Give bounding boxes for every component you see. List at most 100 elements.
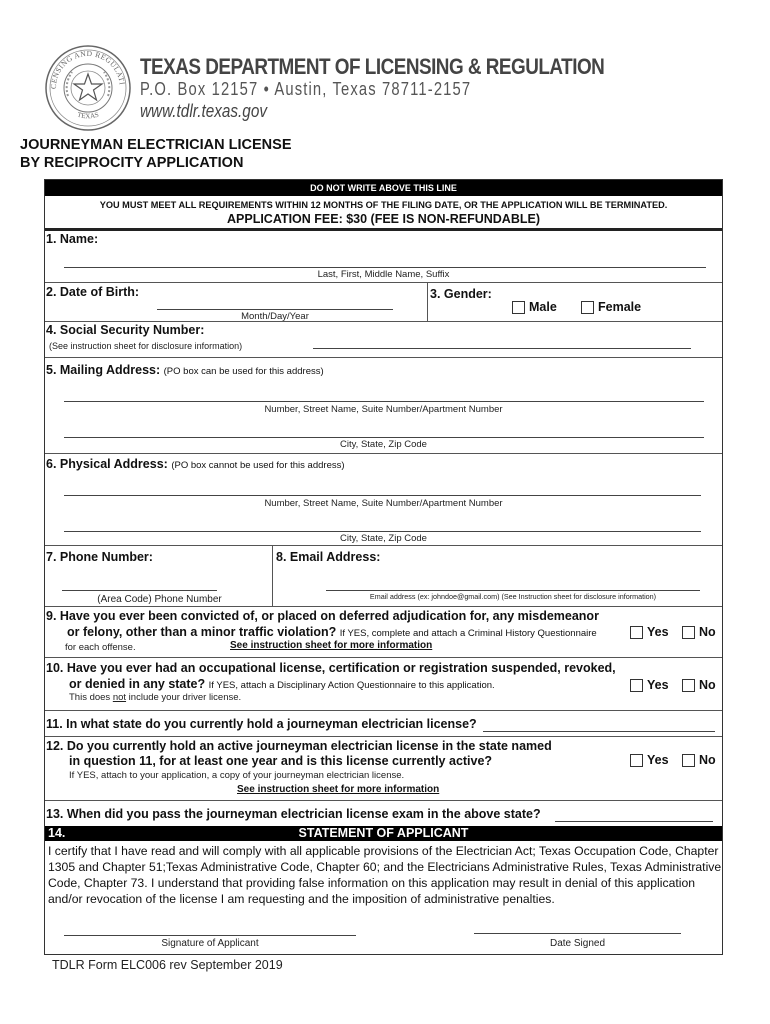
mailing-address-note: (PO box can be used for this address)	[163, 366, 324, 377]
gender-female-label: Female	[598, 300, 642, 314]
date-signed-input[interactable]	[474, 933, 681, 934]
agency-address: P.O. Box 12157 • Austin, Texas 78711-215…	[140, 79, 472, 99]
ssn-label: 4. Social Security Number:	[46, 323, 205, 337]
mailing-street-caption: Number, Street Name, Suite Number/Apartm…	[264, 404, 503, 415]
do-not-write-banner: DO NOT WRITE ABOVE THIS LINE	[45, 180, 722, 196]
phone-label: 7. Phone Number:	[46, 550, 153, 564]
checkbox-icon	[630, 753, 643, 767]
q12-yes-checkbox[interactable]: Yes	[630, 753, 669, 767]
mailing-address-label: 5. Mailing Address: (PO box can be used …	[46, 363, 324, 377]
q9-text-line1: 9. Have you ever been convicted of, or p…	[46, 609, 599, 623]
date-signed-caption: Date Signed	[549, 938, 606, 949]
divider	[45, 453, 722, 454]
ssn-input[interactable]	[313, 348, 691, 349]
statement-number: 14.	[48, 826, 66, 840]
divider	[427, 282, 428, 321]
divider	[45, 657, 722, 658]
ssn-note: (See instruction sheet for disclosure in…	[49, 341, 243, 351]
divider	[45, 710, 722, 711]
q12-no-label: No	[699, 753, 716, 767]
mailing-city-input[interactable]	[64, 437, 704, 438]
physical-street-caption: Number, Street Name, Suite Number/Apartm…	[264, 498, 503, 509]
email-input[interactable]	[326, 590, 700, 591]
q12-text-line1: 12. Do you currently hold an active jour…	[46, 739, 552, 753]
checkbox-icon	[581, 300, 594, 314]
checkbox-icon	[682, 678, 695, 692]
mailing-city-caption: City, State, Zip Code	[340, 439, 427, 450]
q9-instructions-link[interactable]: See instruction sheet for more informati…	[230, 640, 432, 651]
q9-text-line2: or felony, other than a minor traffic vi…	[67, 625, 597, 639]
gender-male-label: Male	[529, 300, 557, 314]
checkbox-icon	[682, 625, 695, 639]
form-title-line2: BY RECIPROCITY APPLICATION	[20, 155, 244, 171]
q10-no-checkbox[interactable]: No	[682, 678, 716, 692]
q10-note2: This does not include your driver licens…	[69, 692, 242, 703]
physical-address-note: (PO box cannot be used for this address)	[171, 460, 345, 471]
q10-no-label: No	[699, 678, 716, 692]
physical-street-input[interactable]	[64, 495, 701, 496]
statement-title: STATEMENT OF APPLICANT	[298, 826, 469, 840]
q13-text: 13. When did you pass the journeyman ele…	[46, 807, 541, 821]
q9-yes-checkbox[interactable]: Yes	[630, 625, 669, 639]
checkbox-icon	[630, 678, 643, 692]
form-title: JOURNEYMAN ELECTRICIAN LICENSE BY RECIPR…	[20, 136, 292, 172]
gender-female-checkbox[interactable]: Female	[581, 300, 641, 314]
divider	[45, 282, 722, 283]
physical-address-label: 6. Physical Address: (PO box cannot be u…	[46, 457, 345, 471]
gender-male-checkbox[interactable]: Male	[512, 300, 557, 314]
q11-text: 11. In what state do you currently hold …	[46, 717, 477, 731]
email-caption: Email address (ex: johndoe@gmail.com) (S…	[369, 592, 657, 601]
statement-body: I certify that I have read and will comp…	[48, 844, 722, 906]
checkbox-icon	[512, 300, 525, 314]
gender-label: 3. Gender:	[430, 287, 492, 301]
q10-text-line1: 10. Have you ever had an occupational li…	[46, 661, 616, 675]
mailing-street-input[interactable]	[64, 401, 704, 402]
q13-input[interactable]	[555, 821, 713, 822]
divider	[45, 321, 722, 322]
q10-text-line2: or denied in any state? If YES, attach a…	[69, 677, 495, 691]
physical-city-input[interactable]	[64, 531, 701, 532]
divider	[45, 736, 722, 737]
name-label: 1. Name:	[46, 232, 99, 246]
form-id: TDLR Form ELC006 rev September 2019	[52, 958, 283, 972]
divider	[272, 545, 273, 606]
checkbox-icon	[682, 753, 695, 767]
q12-no-checkbox[interactable]: No	[682, 753, 716, 767]
q10-yes-checkbox[interactable]: Yes	[630, 678, 669, 692]
checkbox-icon	[630, 625, 643, 639]
q9-no-label: No	[699, 625, 716, 639]
agency-website[interactable]: www.tdlr.texas.gov	[140, 101, 267, 122]
phone-caption: (Area Code) Phone Number	[97, 594, 222, 605]
divider	[45, 606, 722, 607]
divider	[45, 357, 722, 358]
tdlr-seal-icon: LICENSING AND REGULATION TEXAS	[41, 37, 132, 132]
q11-input[interactable]	[483, 731, 715, 732]
dob-input[interactable]	[157, 309, 393, 310]
name-caption: Last, First, Middle Name, Suffix	[317, 269, 450, 280]
divider	[45, 228, 722, 231]
divider	[45, 800, 722, 801]
q10-note: If YES, attach a Disciplinary Action Que…	[208, 680, 495, 691]
q9-note: If YES, complete and attach a Criminal H…	[339, 628, 597, 639]
q12-instructions-link[interactable]: See instruction sheet for more informati…	[237, 784, 439, 795]
agency-name: TEXAS DEPARTMENT OF LICENSING & REGULATI…	[140, 54, 605, 79]
email-label: 8. Email Address:	[276, 550, 381, 564]
q12-text-line2: in question 11, for at least one year an…	[69, 754, 493, 768]
form-title-line1: JOURNEYMAN ELECTRICIAN LICENSE	[20, 137, 292, 153]
physical-city-caption: City, State, Zip Code	[340, 533, 427, 544]
q9-note2: for each offense.	[65, 642, 136, 653]
statement-header: 14. STATEMENT OF APPLICANT	[45, 826, 722, 841]
q12-yes-label: Yes	[647, 753, 669, 767]
requirement-notice: YOU MUST MEET ALL REQUIREMENTS WITHIN 12…	[99, 200, 668, 210]
q9-no-checkbox[interactable]: No	[682, 625, 716, 639]
divider	[45, 545, 722, 546]
signature-input[interactable]	[64, 935, 356, 936]
q9-yes-label: Yes	[647, 625, 669, 639]
dob-label: 2. Date of Birth:	[46, 285, 140, 299]
q12-note: If YES, attach to your application, a co…	[69, 770, 405, 781]
q10-yes-label: Yes	[647, 678, 669, 692]
application-fee: APPLICATION FEE: $30 (FEE IS NON-REFUNDA…	[227, 212, 540, 226]
application-form: DO NOT WRITE ABOVE THIS LINE YOU MUST ME…	[44, 179, 723, 955]
name-input[interactable]	[64, 267, 706, 268]
phone-input[interactable]	[62, 590, 217, 591]
